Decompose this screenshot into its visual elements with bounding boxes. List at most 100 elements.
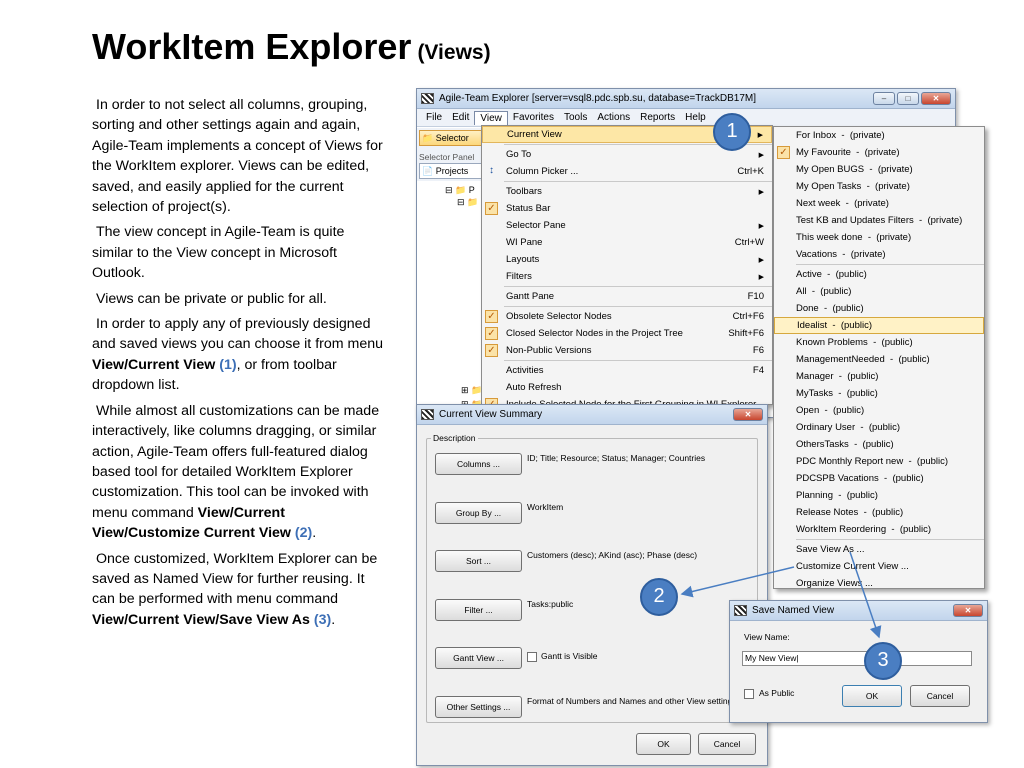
view-item[interactable]: All - (public) <box>774 283 984 300</box>
view-name: Test KB and Updates Filters <box>796 215 914 226</box>
view-item[interactable]: Vacations - (private) <box>774 246 984 263</box>
menu-edit[interactable]: Edit <box>447 111 474 124</box>
view-scope: (private) <box>875 181 910 192</box>
save-ok-button[interactable]: OK <box>842 685 902 707</box>
view-item[interactable]: Open - (public) <box>774 402 984 419</box>
callout-badge-3: 3 <box>864 642 902 680</box>
summary-option-value: Customers (desc); AKind (asc); Phase (de… <box>527 550 698 561</box>
view-menu-item[interactable]: ✓ Closed Selector Nodes in the Project Tr… <box>482 325 772 342</box>
menu-item-label: Layouts <box>506 254 540 265</box>
summary-option-button[interactable]: Filter ... <box>435 598 522 621</box>
menu-item-label: Auto Refresh <box>506 382 562 393</box>
menu-item-label: Activities <box>506 365 544 376</box>
view-item[interactable]: ManagementNeeded - (public) <box>774 351 984 368</box>
save-cancel-button[interactable]: Cancel <box>910 685 970 707</box>
view-item[interactable]: This week done - (private) <box>774 229 984 246</box>
view-item[interactable]: For Inbox - (private) <box>774 127 984 144</box>
view-menu-item[interactable]: Auto Refresh <box>482 379 772 396</box>
view-scope: (public) <box>881 337 913 348</box>
view-menu-item[interactable]: ✓ Obsolete Selector Nodes Ctrl+F6 <box>482 308 772 325</box>
tab-projects[interactable]: 📄 Projects <box>419 163 482 179</box>
paragraph-text: View/Current View/Save View As <box>92 611 310 628</box>
view-name: Manager <box>796 371 834 382</box>
view-item[interactable]: Ordinary User - (public) <box>774 419 984 436</box>
view-spacer: - <box>862 232 877 243</box>
view-action-item[interactable]: Customize Current View ... <box>774 558 984 575</box>
save-title-bar: Save Named View ✕ <box>730 601 987 621</box>
view-item[interactable]: WorkItem Reordering - (public) <box>774 521 984 538</box>
summary-option-button[interactable]: Group By ... <box>435 501 522 524</box>
menu-favorites[interactable]: Favorites <box>508 111 559 124</box>
view-scope: (public) <box>899 524 931 535</box>
menu-item-label: WI Pane <box>506 237 543 248</box>
view-item[interactable]: Planning - (public) <box>774 487 984 504</box>
tree-node-root[interactable]: ⊟ 📁 P <box>445 185 475 196</box>
summary-close-button[interactable]: ✕ <box>733 408 763 421</box>
summary-title-bar: Current View Summary ✕ <box>417 405 767 425</box>
view-spacer: - <box>903 456 917 467</box>
view-menu-item[interactable]: Toolbars ▶ <box>482 183 772 200</box>
view-item[interactable]: Release Notes - (public) <box>774 504 984 521</box>
view-name: For Inbox <box>796 130 837 141</box>
menu-tools[interactable]: Tools <box>559 111 592 124</box>
body-paragraph: In order to apply any of previously desi… <box>92 314 388 396</box>
view-action-item[interactable]: Save View As ... <box>774 541 984 558</box>
gantt-visible-checkbox[interactable] <box>527 652 537 663</box>
checkmark-icon: ✓ <box>485 310 498 323</box>
view-scope: (private) <box>854 198 889 209</box>
summary-ok-button[interactable]: OK <box>636 733 691 755</box>
view-menu-item[interactable]: Layouts ▶ <box>482 251 772 268</box>
view-item[interactable]: PDC Monthly Report new - (public) <box>774 453 984 470</box>
view-item[interactable]: Manager - (public) <box>774 368 984 385</box>
view-menu-item[interactable]: ↕ Column Picker ... Ctrl+K <box>482 163 772 180</box>
summary-cancel-button[interactable]: Cancel <box>698 733 756 755</box>
view-spacer: - <box>818 303 833 314</box>
summary-option-button[interactable]: Columns ... <box>435 453 522 475</box>
view-menu-item[interactable]: Selector Pane ▶ <box>482 217 772 234</box>
maximize-button[interactable]: □ <box>897 92 919 105</box>
summary-option-button[interactable]: Gantt View ... <box>435 647 522 670</box>
view-spacer: - <box>878 473 893 484</box>
view-menu-item[interactable]: Gantt Pane F10 <box>482 288 772 305</box>
menu-actions[interactable]: Actions <box>592 111 635 124</box>
view-item[interactable]: Known Problems - (public) <box>774 334 984 351</box>
close-button[interactable]: ✕ <box>921 92 951 105</box>
view-scope: (private) <box>927 215 963 226</box>
view-menu-item[interactable]: ✓ Status Bar <box>482 200 772 217</box>
view-menu-item[interactable]: Filters ▶ <box>482 268 772 285</box>
view-item[interactable]: My Open Tasks - (private) <box>774 178 984 195</box>
view-item[interactable]: PDCSPB Vacations - (public) <box>774 470 984 487</box>
checkmark-icon: ✓ <box>777 146 790 159</box>
selector-button[interactable]: 📁 Selector <box>419 130 482 146</box>
submenu-arrow-icon: ▶ <box>758 188 764 196</box>
view-item[interactable]: Test KB and Updates Filters - (private) <box>774 212 984 229</box>
menu-help[interactable]: Help <box>680 111 711 124</box>
view-item[interactable]: Idealist - (public) <box>774 317 984 334</box>
save-close-button[interactable]: ✕ <box>953 604 983 617</box>
tree-node[interactable]: ⊞ 📁 <box>461 385 482 396</box>
view-scope: (public) <box>898 354 930 365</box>
view-spacer: - <box>850 147 865 158</box>
view-item[interactable]: Active - (public) <box>774 266 984 283</box>
view-menu-item[interactable]: ✓ Non-Public Versions F6 <box>482 342 772 359</box>
view-item[interactable]: ✓ My Favourite - (private) <box>774 144 984 161</box>
menu-view[interactable]: View <box>474 110 508 125</box>
summary-option-button[interactable]: Sort ... <box>435 550 522 573</box>
view-name-input[interactable]: My New View| <box>742 651 972 666</box>
view-menu-item[interactable]: WI Pane Ctrl+W <box>482 234 772 251</box>
view-menu-item[interactable]: Activities F4 <box>482 362 772 379</box>
view-scope: (public) <box>835 269 867 280</box>
as-public-checkbox[interactable] <box>744 689 754 699</box>
tree-node[interactable]: ⊟ 📁 <box>457 197 478 208</box>
menu-reports[interactable]: Reports <box>635 111 680 124</box>
view-item[interactable]: Done - (public) <box>774 300 984 317</box>
view-item[interactable]: Next week - (private) <box>774 195 984 212</box>
view-action-item[interactable]: Organize Views ... <box>774 575 984 592</box>
view-item[interactable]: My Open BUGS - (private) <box>774 161 984 178</box>
summary-option-button[interactable]: Other Settings ... <box>435 696 522 718</box>
view-item[interactable]: MyTasks - (public) <box>774 385 984 402</box>
menu-separator <box>796 264 984 265</box>
minimize-button[interactable]: – <box>873 92 895 105</box>
menu-file[interactable]: File <box>421 111 447 124</box>
view-item[interactable]: OthersTasks - (public) <box>774 436 984 453</box>
